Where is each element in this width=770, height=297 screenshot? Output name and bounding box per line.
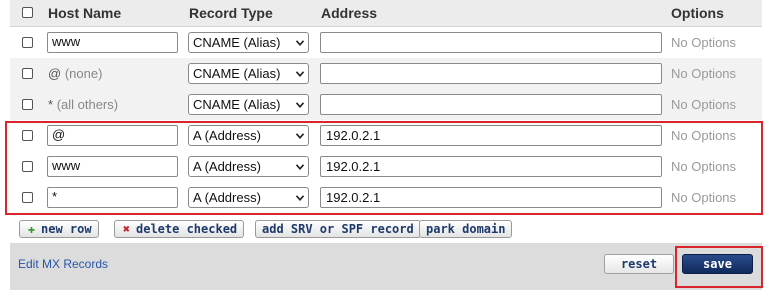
- host-name-input[interactable]: www: [47, 156, 178, 177]
- table-row: www CNAME (Alias) No Options: [10, 27, 762, 59]
- x-icon: ✖: [122, 222, 131, 236]
- header-options: Options: [671, 5, 724, 21]
- select-all-checkbox[interactable]: [22, 7, 33, 18]
- record-type-value: A (Address): [193, 128, 261, 143]
- address-input[interactable]: 192.0.2.1: [320, 156, 662, 177]
- record-type-select[interactable]: A (Address): [188, 156, 309, 177]
- chevron-down-icon: [296, 40, 304, 46]
- record-type-value: A (Address): [193, 159, 261, 174]
- new-row-button[interactable]: ✚ new row: [19, 220, 99, 238]
- host-name-input[interactable]: @: [47, 125, 178, 146]
- address-input[interactable]: 192.0.2.1: [320, 187, 662, 208]
- record-type-select[interactable]: CNAME (Alias): [188, 94, 309, 115]
- plus-icon: ✚: [27, 222, 36, 236]
- table-row: @ A (Address) 192.0.2.1 No Options: [10, 120, 762, 152]
- options-text: No Options: [671, 128, 737, 143]
- address-input[interactable]: [320, 32, 662, 53]
- table-row: www A (Address) 192.0.2.1 No Options: [10, 151, 762, 183]
- header-record-type: Record Type: [189, 5, 273, 21]
- row-checkbox[interactable]: [22, 161, 33, 172]
- reset-button[interactable]: reset: [604, 254, 674, 274]
- chevron-down-icon: [296, 133, 304, 139]
- record-type-select[interactable]: A (Address): [188, 187, 309, 208]
- delete-checked-button[interactable]: ✖ delete checked: [114, 220, 245, 238]
- address-input[interactable]: [320, 63, 662, 84]
- footer-bar: Edit MX Records reset save: [10, 243, 762, 290]
- host-name-label: @ (none): [48, 66, 103, 81]
- options-text: No Options: [671, 97, 737, 112]
- save-button[interactable]: save: [682, 254, 753, 274]
- host-name-label: * (all others): [48, 97, 119, 112]
- record-toolbar: ✚ new row ✖ delete checked add SRV or SPF …: [10, 215, 762, 243]
- header-address: Address: [321, 5, 378, 21]
- options-text: No Options: [671, 66, 737, 81]
- table-row: @ (none) CNAME (Alias) No Options: [10, 58, 762, 90]
- table-row: * (all others) CNAME (Alias) No Options: [10, 89, 762, 121]
- row-checkbox[interactable]: [22, 130, 33, 141]
- chevron-down-icon: [296, 164, 304, 170]
- record-type-value: CNAME (Alias): [193, 66, 281, 81]
- chevron-down-icon: [296, 195, 304, 201]
- address-input[interactable]: [320, 94, 662, 115]
- record-type-select[interactable]: A (Address): [188, 125, 309, 146]
- record-type-value: CNAME (Alias): [193, 97, 281, 112]
- host-name-input[interactable]: www: [47, 32, 178, 53]
- options-text: No Options: [671, 35, 737, 50]
- row-checkbox[interactable]: [22, 37, 33, 48]
- chevron-down-icon: [296, 102, 304, 108]
- row-checkbox[interactable]: [22, 68, 33, 79]
- header-host-name: Host Name: [48, 5, 122, 21]
- table-header: Host Name Record Type Address Options: [10, 0, 762, 27]
- options-text: No Options: [671, 190, 737, 205]
- record-type-value: A (Address): [193, 190, 261, 205]
- park-domain-button[interactable]: park domain: [419, 220, 513, 238]
- record-type-value: CNAME (Alias): [193, 35, 281, 50]
- chevron-down-icon: [296, 71, 304, 77]
- add-srv-spf-button[interactable]: add SRV or SPF record: [255, 220, 421, 238]
- edit-mx-records-link[interactable]: Edit MX Records: [18, 257, 108, 271]
- record-type-select[interactable]: CNAME (Alias): [188, 63, 309, 84]
- address-input[interactable]: 192.0.2.1: [320, 125, 662, 146]
- row-checkbox[interactable]: [22, 99, 33, 110]
- record-type-select[interactable]: CNAME (Alias): [188, 32, 309, 53]
- row-checkbox[interactable]: [22, 192, 33, 203]
- table-row: * A (Address) 192.0.2.1 No Options: [10, 182, 762, 214]
- host-name-input[interactable]: *: [47, 187, 178, 208]
- options-text: No Options: [671, 159, 737, 174]
